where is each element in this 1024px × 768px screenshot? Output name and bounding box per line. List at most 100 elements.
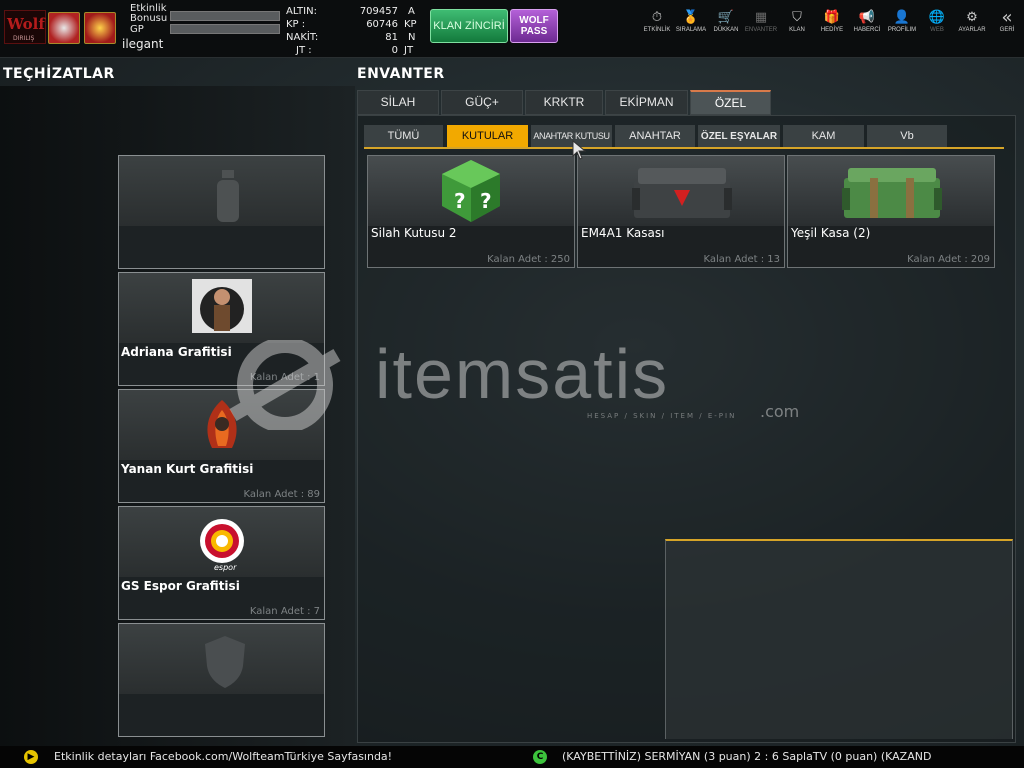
wolf-pass-button[interactable]: WOLF PASS — [510, 9, 558, 43]
gs-espor-logo-text: espor — [214, 563, 237, 572]
etkinlik-bonus-label: Etkinlik Bonusu — [130, 3, 168, 24]
shield-icon — [203, 634, 247, 699]
gs-espor-logo-icon — [192, 513, 252, 567]
nakit-value: 81 — [385, 32, 398, 43]
event-ticker-text: Etkinlik detayları Facebook.com/Wolfteam… — [54, 750, 393, 763]
nav-etkinlik[interactable]: ⏱ ETKİNLİK — [640, 10, 674, 40]
inventory-item[interactable]: ?? Silah Kutusu 2 Kalan Adet : 250 — [367, 155, 575, 268]
clan-war-icon: C — [533, 750, 547, 764]
equipment-slot-empty[interactable] — [118, 623, 325, 737]
subtab-kutular[interactable]: KUTULAR — [447, 125, 528, 148]
envanter-title: ENVANTER — [357, 66, 445, 82]
rank-stars-icon — [84, 12, 116, 44]
nav-label: SIRALAMA — [675, 27, 707, 33]
nav-label: DÜKKAN — [713, 27, 739, 33]
nav-klan[interactable]: ⛉ KLAN — [780, 10, 814, 40]
mystery-box-icon: ?? — [440, 158, 502, 228]
wolf-pass-label-1: WOLF — [519, 15, 549, 26]
svg-text:?: ? — [454, 189, 466, 213]
item-name: Silah Kutusu 2 — [371, 226, 457, 240]
nav-hediye[interactable]: 🎁 HEDİYE — [815, 10, 849, 40]
watermark-logo: itemsatis .com HESAP / SKIN / ITEM / E-P… — [215, 335, 815, 430]
item-name: EM4A1 Kasası — [581, 226, 665, 240]
nav-web[interactable]: 🌐 WEB — [920, 10, 954, 40]
inventory-item[interactable]: Yeşil Kasa (2) Kalan Adet : 209 — [787, 155, 995, 268]
inventory-icon: ▦ — [754, 10, 768, 25]
subtab-tumu[interactable]: TÜMÜ — [364, 125, 443, 148]
nakit-unit: N — [408, 32, 416, 43]
currency-panel: ALTIN: 709457 A KP : 60746 KP NAKİT: 81 … — [286, 6, 420, 56]
subtab-vb[interactable]: Vb — [867, 125, 947, 148]
play-icon: ▶ — [24, 750, 38, 764]
mouse-cursor-icon — [572, 139, 587, 164]
nakit-label: NAKİT: — [286, 32, 319, 43]
nav-geri[interactable]: «GERİ — [990, 7, 1024, 40]
nav-profilim[interactable]: 👤 PROFİLIM — [885, 10, 919, 40]
bottom-ticker-bar: ▶ Etkinlik detayları Facebook.com/Wolfte… — [0, 746, 1024, 768]
em4a1-crate-icon — [630, 162, 734, 226]
kp-unit: KP — [404, 19, 417, 30]
subtab-anahtar[interactable]: ANAHTAR — [615, 125, 695, 148]
nav-envanter[interactable]: ▦ ENVANTER — [744, 10, 778, 40]
gear-icon: ⚙ — [966, 10, 978, 25]
slot-item-name: GS Espor Grafitisi — [121, 579, 240, 593]
item-count: Kalan Adet : 13 — [703, 254, 780, 265]
altin-label: ALTIN: — [286, 6, 317, 17]
inventory-item[interactable]: EM4A1 Kasası Kalan Adet : 13 — [577, 155, 785, 268]
nav-haberci[interactable]: 📢 HABERCİ — [850, 10, 884, 40]
klan-zinciri-button[interactable]: KLAN ZİNCİRİ — [430, 9, 508, 43]
match-result-ticker: (KAYBETTİNİZ) SERMİYAN (3 puan) 2 : 6 Sa… — [562, 750, 932, 763]
subtab-kam[interactable]: KAM — [783, 125, 864, 148]
nav-label: AYARLAR — [958, 27, 986, 33]
spray-can-icon — [214, 168, 242, 233]
tab-ozel[interactable]: ÖZEL — [690, 90, 771, 115]
nav-label: ENVANTER — [744, 27, 778, 33]
techizatlar-title: TEÇHİZATLAR — [3, 66, 115, 82]
subtab-ozel-esyalar[interactable]: ÖZEL EŞYALAR — [698, 125, 780, 148]
jt-value: 0 — [391, 45, 398, 56]
klan-zinciri-label: KLAN ZİNCİRİ — [433, 20, 505, 32]
nav-label: PROFİLIM — [887, 27, 917, 33]
game-logo: Wolf DIRILIŞ — [4, 10, 46, 44]
username: ilegant — [122, 37, 164, 51]
altin-value: 709457 — [359, 6, 398, 17]
item-detail-box — [665, 539, 1013, 739]
top-bar: Wolf DIRILIŞ Etkinlik Bonusu GP ilegant … — [0, 0, 1024, 58]
gp-label: GP — [130, 24, 144, 35]
nav-siralama[interactable]: 🏅 SIRALAMA — [674, 10, 708, 40]
adriana-graffiti-icon — [192, 279, 252, 333]
nav-label: HABERCİ — [853, 27, 881, 33]
slot-item-name: Yanan Kurt Grafitisi — [121, 462, 254, 476]
megaphone-icon: 📢 — [858, 10, 876, 25]
item-count: Kalan Adet : 250 — [487, 254, 570, 265]
nav-label: GERİ — [999, 27, 1015, 33]
gift-icon: 🎁 — [823, 10, 841, 25]
kp-value: 60746 — [366, 19, 398, 30]
wolf-pass-label-2: PASS — [520, 26, 548, 37]
nav-ayarlar[interactable]: ⚙ AYARLAR — [955, 10, 989, 40]
nav-label: ETKİNLİK — [643, 27, 671, 33]
gp-bar — [170, 24, 280, 34]
slot-item-count: Kalan Adet : 7 — [249, 606, 320, 617]
jt-unit: JT — [404, 45, 414, 56]
svg-text:?: ? — [480, 189, 492, 213]
profile-icon: 👤 — [893, 10, 911, 25]
nav-dukkan[interactable]: 🛒 DÜKKAN — [709, 10, 743, 40]
equipment-slot-empty[interactable] — [118, 155, 325, 269]
equipment-slot[interactable]: espor GS Espor Grafitisi Kalan Adet : 7 — [118, 506, 325, 620]
item-name: Yeşil Kasa (2) — [791, 226, 871, 240]
subtab-underline — [364, 147, 1004, 149]
green-crate-icon — [840, 162, 944, 226]
watermark-suffix: .com — [760, 402, 800, 421]
tab-guc[interactable]: GÜÇ+ — [441, 90, 523, 115]
tab-ekipman[interactable]: EKİPMAN — [605, 90, 688, 115]
logo-text: Wolf — [7, 15, 45, 33]
medal-icon: 🏅 — [682, 10, 700, 25]
tab-silah[interactable]: SİLAH — [357, 90, 439, 115]
back-icon: « — [1001, 7, 1013, 28]
nav-label: HEDİYE — [820, 27, 844, 33]
cart-icon: 🛒 — [717, 10, 735, 25]
tab-krktr[interactable]: KRKTR — [525, 90, 603, 115]
kp-label: KP : — [286, 19, 306, 30]
stopwatch-icon: ⏱ — [651, 10, 663, 25]
